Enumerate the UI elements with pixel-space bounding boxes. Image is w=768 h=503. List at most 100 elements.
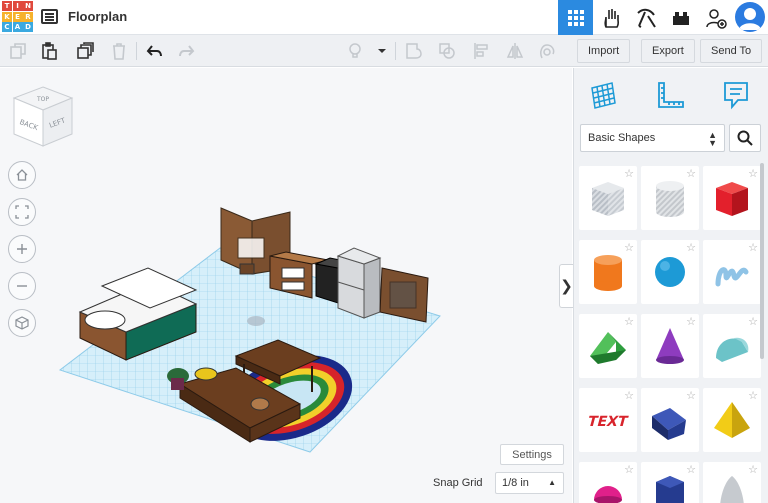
settings-button[interactable]: Settings — [500, 444, 564, 465]
redo-icon[interactable] — [175, 39, 199, 63]
shape-text[interactable]: TEXT ☆ — [579, 388, 637, 452]
shape-round-roof[interactable]: ☆ — [703, 314, 761, 378]
cylinder-hole-icon — [656, 181, 684, 217]
cruise-icon[interactable] — [535, 39, 559, 63]
snap-grid-label: Snap Grid — [433, 477, 483, 489]
scribble-icon — [715, 267, 749, 287]
svg-text:TEXT: TEXT — [586, 414, 630, 430]
favorite-star-icon[interactable]: ☆ — [748, 167, 758, 180]
logo-letter: N — [23, 1, 33, 11]
shape-scribble[interactable]: ☆ — [703, 240, 761, 304]
paraboloid-icon — [720, 476, 744, 503]
chevron-down-icon[interactable] — [372, 39, 392, 63]
shape-wedge[interactable]: ☆ — [641, 388, 699, 452]
snap-grid-select[interactable]: 1/8 in ▲ — [495, 472, 564, 494]
roof-icon — [590, 332, 626, 364]
shape-pyramid[interactable]: ☆ — [703, 388, 761, 452]
top-nav — [558, 0, 768, 35]
logo-letter: T — [2, 1, 12, 11]
favorite-star-icon[interactable]: ☆ — [624, 315, 634, 328]
workplane-tool-icon[interactable] — [586, 78, 620, 112]
round-roof-icon — [716, 337, 749, 362]
mirror-icon[interactable] — [503, 39, 527, 63]
add-user-icon[interactable] — [698, 0, 733, 35]
caret-up-icon: ▲ — [548, 478, 556, 487]
blocks-icon[interactable] — [663, 0, 698, 35]
box-hole-icon — [592, 182, 624, 216]
cylinder-icon — [594, 255, 622, 291]
shape-paraboloid[interactable]: ☆ — [703, 462, 761, 503]
favorite-star-icon[interactable]: ☆ — [686, 167, 696, 180]
logo-letter: C — [2, 22, 12, 32]
snap-grid-value: 1/8 in — [502, 477, 529, 489]
search-icon — [737, 130, 753, 146]
shape-cylinder-hole[interactable]: ☆ — [641, 166, 699, 230]
logo-letter: D — [23, 22, 33, 32]
logo-letter: E — [12, 11, 23, 22]
logo-letter: R — [23, 11, 33, 22]
panel-scrollbar[interactable] — [760, 163, 764, 359]
shape-box-hole[interactable]: ☆ — [579, 166, 637, 230]
sphere-icon — [655, 257, 685, 287]
top-bar: TIN KER CAD Floorplan — [0, 0, 768, 35]
half-sphere-icon — [594, 486, 622, 503]
lightbulb-icon[interactable] — [343, 39, 367, 63]
favorite-star-icon[interactable]: ☆ — [624, 389, 634, 402]
undo-icon[interactable] — [142, 39, 166, 63]
pickaxe-icon[interactable] — [628, 0, 663, 35]
wedge-icon — [652, 408, 686, 440]
send-to-button[interactable]: Send To — [700, 39, 763, 63]
updown-arrows-icon: ▲ ▼ — [708, 130, 717, 148]
shape-box[interactable]: ☆ — [703, 166, 761, 230]
ungroup-icon[interactable] — [435, 39, 459, 63]
favorite-star-icon[interactable]: ☆ — [624, 241, 634, 254]
3d-scene[interactable] — [0, 68, 572, 503]
favorite-star-icon[interactable]: ☆ — [686, 241, 696, 254]
favorite-star-icon[interactable]: ☆ — [748, 315, 758, 328]
favorite-star-icon[interactable]: ☆ — [686, 389, 696, 402]
shape-roof[interactable]: ☆ — [579, 314, 637, 378]
tinkercad-logo[interactable]: TIN KER CAD — [2, 1, 33, 32]
favorite-star-icon[interactable]: ☆ — [624, 463, 634, 476]
3d-design-grid-icon[interactable] — [558, 0, 593, 35]
copy-icon[interactable] — [6, 39, 30, 63]
ruler-tool-icon[interactable] — [653, 78, 687, 112]
paste-icon[interactable] — [37, 39, 61, 63]
shape-polygon[interactable]: ☆ — [641, 462, 699, 503]
circuits-hand-icon[interactable] — [593, 0, 628, 35]
favorite-star-icon[interactable]: ☆ — [748, 241, 758, 254]
polygon-icon — [656, 476, 684, 503]
import-button[interactable]: Import — [577, 39, 631, 63]
design-list-icon[interactable] — [41, 9, 58, 24]
toolbar: Import Export Send To — [0, 35, 768, 67]
delete-icon[interactable] — [107, 39, 131, 63]
favorite-star-icon[interactable]: ☆ — [686, 463, 696, 476]
duplicate-icon[interactable] — [73, 39, 97, 63]
shape-library-select[interactable]: Basic Shapes ▲ ▼ — [580, 124, 725, 152]
document-title[interactable]: Floorplan — [68, 9, 127, 24]
shapes-panel: Basic Shapes ▲ ▼ ☆ ☆ ☆ ☆ ☆ ☆ ☆ ☆ ☆ TEXT ☆ ☆ ☆ ☆ ☆ ☆ — [573, 68, 768, 503]
pyramid-icon — [714, 402, 750, 438]
shape-library-value: Basic Shapes — [588, 132, 656, 144]
collapse-panel-button[interactable]: ❯ — [559, 264, 573, 308]
shape-half-sphere[interactable]: ☆ — [579, 462, 637, 503]
notes-tool-icon[interactable] — [719, 78, 753, 112]
export-button[interactable]: Export — [641, 39, 695, 63]
favorite-star-icon[interactable]: ☆ — [686, 315, 696, 328]
shape-cylinder[interactable]: ☆ — [579, 240, 637, 304]
box-icon — [716, 182, 748, 216]
favorite-star-icon[interactable]: ☆ — [748, 389, 758, 402]
workplane[interactable]: TOP BACK LEFT Settings Snap Grid 1/8 in … — [0, 68, 572, 503]
logo-letter: K — [2, 11, 12, 22]
align-icon[interactable] — [469, 39, 493, 63]
search-shapes-button[interactable] — [729, 124, 761, 152]
group-icon[interactable] — [402, 39, 426, 63]
shape-sphere[interactable]: ☆ — [641, 240, 699, 304]
cone-icon — [656, 328, 684, 364]
favorite-star-icon[interactable]: ☆ — [748, 463, 758, 476]
logo-letter: I — [12, 1, 23, 11]
user-avatar[interactable] — [735, 2, 765, 32]
text-icon: TEXT — [586, 414, 630, 430]
shape-cone[interactable]: ☆ — [641, 314, 699, 378]
favorite-star-icon[interactable]: ☆ — [624, 167, 634, 180]
